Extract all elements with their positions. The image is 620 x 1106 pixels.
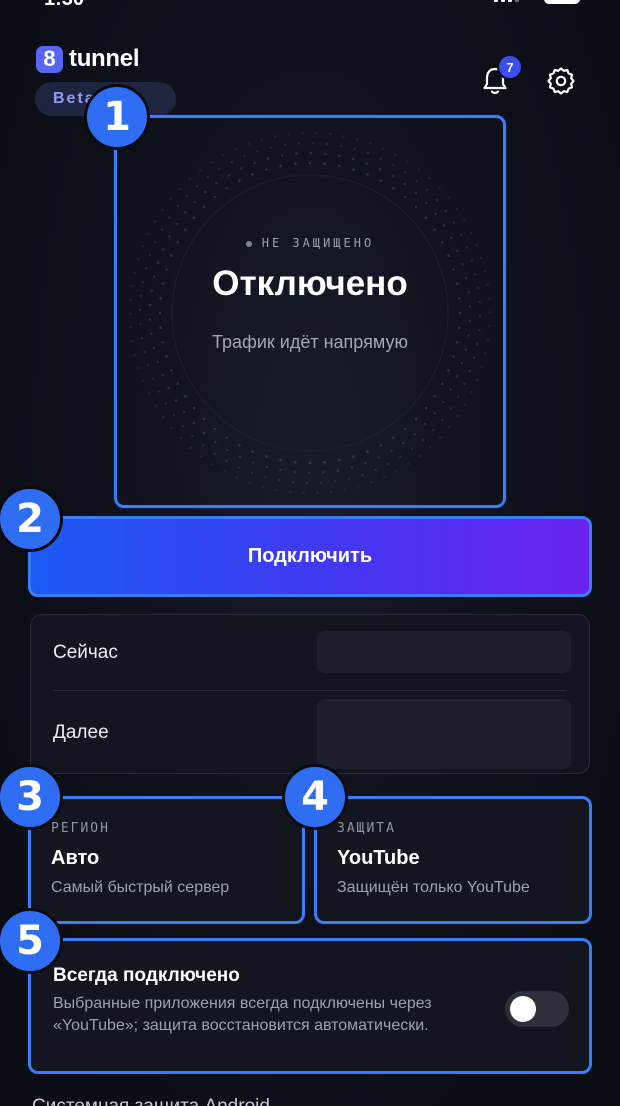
status-bar: 1:30	[0, 0, 620, 10]
always-on-toggle[interactable]	[505, 991, 569, 1027]
toggle-knob	[510, 996, 536, 1022]
protection-value: YouTube	[337, 847, 420, 869]
always-on-description: Выбранные приложения всегда подключены ч…	[53, 995, 432, 1034]
protection-description: Защищён только YouTube	[337, 879, 530, 896]
schedule-next-value	[317, 699, 571, 769]
schedule-now-value	[317, 631, 571, 673]
signal-icon	[494, 0, 519, 2]
connect-button-label: Подключить	[247, 545, 373, 567]
marker-3: 3	[0, 764, 63, 830]
status-ring	[128, 131, 492, 495]
logo-mark: 8	[36, 45, 63, 73]
state-dot-icon	[245, 240, 252, 247]
region-label: РЕГИОН	[51, 821, 110, 836]
region-description: Самый быстрый сервер	[51, 879, 230, 896]
schedule-next-label: Далее	[53, 722, 109, 743]
always-on-card: Всегда подключено Выбранные приложения в…	[28, 938, 592, 1074]
schedule-now-label: Сейчас	[53, 642, 118, 663]
app-logo: 8 tunnel	[36, 45, 140, 73]
connection-title: Отключено	[212, 264, 408, 303]
protection-state: НЕ ЗАЩИЩЕНО	[0, 236, 620, 250]
always-on-title: Всегда подключено	[53, 965, 240, 986]
android-protection-heading: Системная защита Android	[32, 1096, 270, 1106]
notification-badge: 7	[497, 54, 523, 80]
connect-button[interactable]: Подключить	[28, 516, 592, 597]
divider	[53, 690, 567, 691]
protection-state-label: НЕ ЗАЩИЩЕНО	[261, 236, 375, 250]
logo-text: tunnel	[69, 45, 140, 72]
schedule-card: Сейчас Далее	[30, 614, 590, 774]
marker-4: 4	[282, 764, 348, 830]
gear-icon[interactable]	[546, 66, 576, 96]
marker-2: 2	[0, 486, 63, 552]
status-time: 1:30	[44, 0, 84, 11]
status-indicators	[494, 0, 580, 4]
protection-label: ЗАЩИТА	[337, 821, 396, 836]
marker-5: 5	[0, 908, 63, 974]
region-value: Авто	[51, 847, 100, 869]
protection-card[interactable]: ЗАЩИТА YouTube Защищён только YouTube	[314, 796, 592, 924]
region-card[interactable]: РЕГИОН Авто Самый быстрый сервер	[28, 796, 305, 924]
connection-subtitle: Трафик идёт напрямую	[212, 332, 408, 352]
battery-icon	[544, 0, 580, 4]
marker-1: 1	[84, 84, 150, 150]
